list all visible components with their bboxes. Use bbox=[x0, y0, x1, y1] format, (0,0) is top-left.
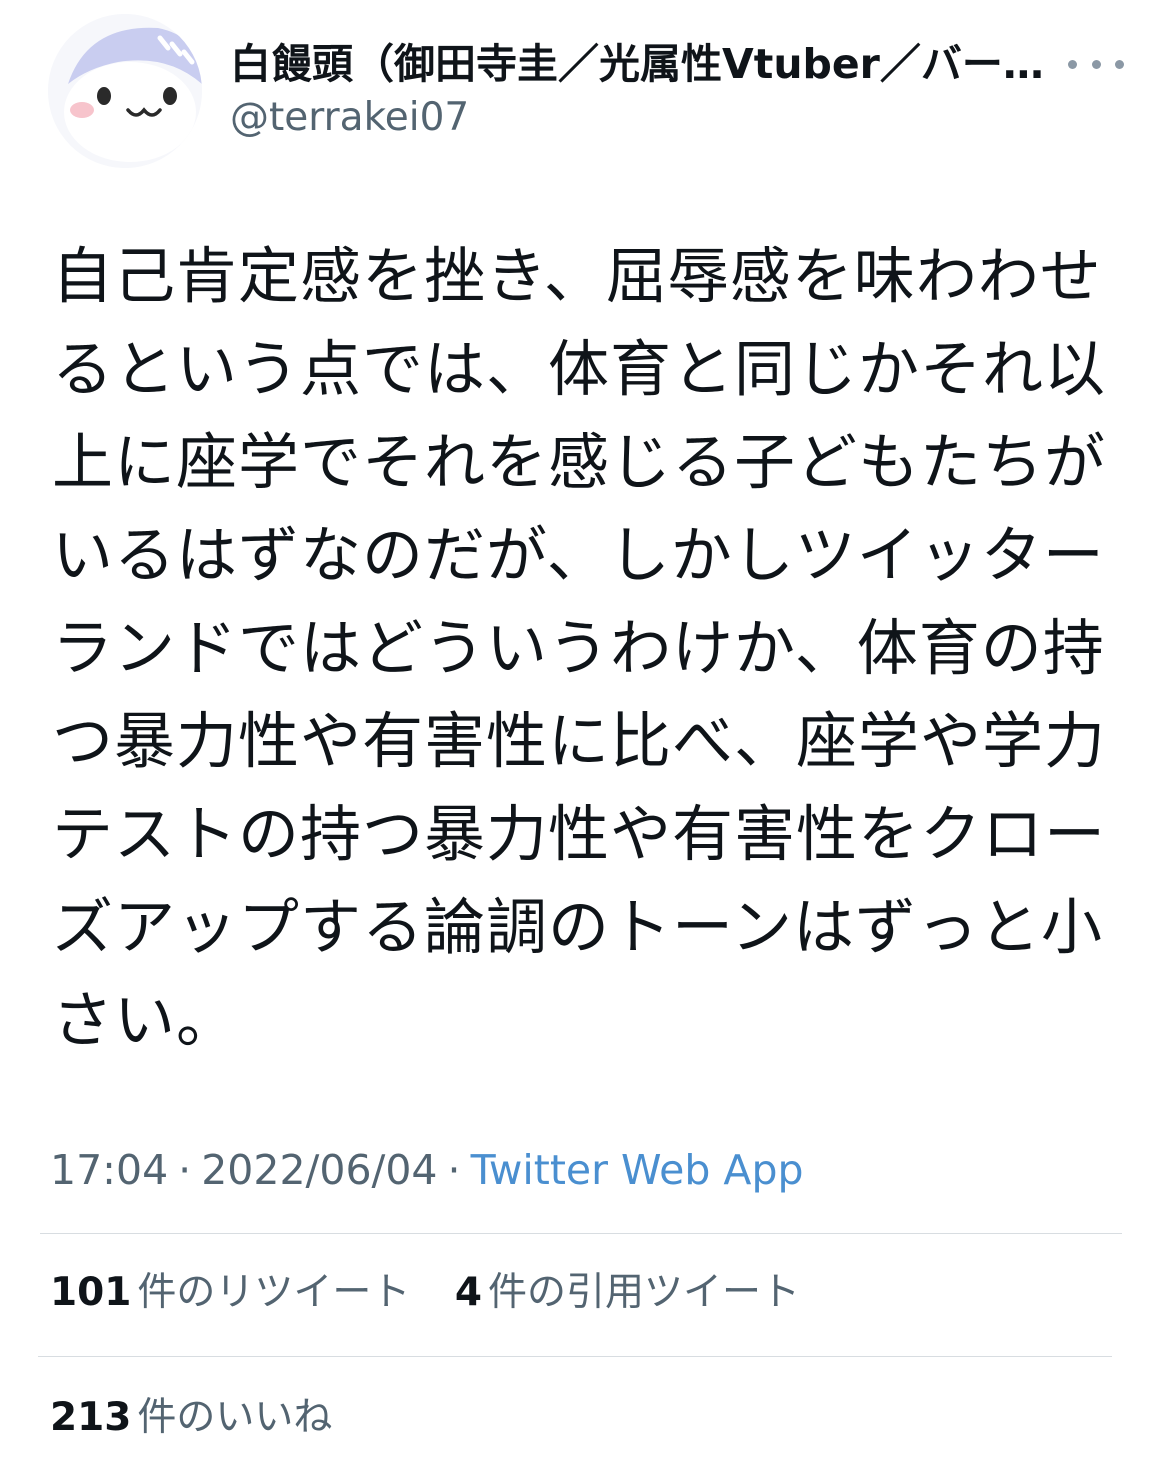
likes-label: 件のいいね bbox=[137, 1395, 333, 1440]
likes-stat[interactable]: 213 件のいいね bbox=[50, 1393, 332, 1443]
quote-tweets-count: 4 bbox=[454, 1270, 482, 1315]
tweet-text-line: つ暴力性や有害性に比べ、座学や学力 bbox=[52, 706, 1107, 777]
tweet-detail: 白饅頭（御田寺圭／光属性Vtuber／バー… @terrakei07 自己肯定感… bbox=[0, 0, 1170, 1476]
tweet-text-line: さい。 bbox=[52, 985, 239, 1056]
divider bbox=[40, 1233, 1122, 1234]
avatar[interactable] bbox=[48, 14, 202, 168]
more-dot-icon bbox=[1115, 59, 1124, 69]
tweet-text: 自己肯定感を挫き、屈辱感を味わわせ るという点では、体育と同じかそれ以 上に座学… bbox=[52, 230, 1112, 1067]
retweets-count: 101 bbox=[50, 1270, 132, 1315]
tweet-date[interactable]: 2022/06/04 bbox=[201, 1146, 437, 1194]
engagement-stats-row: 101 件のリツイート 4 件の引用ツイート bbox=[50, 1268, 832, 1318]
display-name[interactable]: 白饅頭（御田寺圭／光属性Vtuber／バー… bbox=[230, 38, 1060, 90]
quote-tweets-stat[interactable]: 4 件の引用ツイート bbox=[455, 1268, 800, 1318]
tweet-text-line: るという点では、体育と同じかそれ以 bbox=[52, 334, 1107, 405]
quote-tweets-label: 件の引用ツイート bbox=[487, 1270, 800, 1315]
tweet-text-line: いるはずなのだが、しかしツイッター bbox=[52, 520, 1105, 591]
tweet-text-line: テストの持つ暴力性や有害性をクロー bbox=[52, 799, 1107, 870]
more-dot-icon bbox=[1091, 59, 1101, 69]
tweet-text-line: ランドではどういうわけか、体育の持 bbox=[52, 613, 1105, 684]
retweets-stat[interactable]: 101 件のリツイート bbox=[50, 1268, 410, 1318]
tweet-text-line: ズアップする論調のトーンはずっと小 bbox=[52, 892, 1103, 963]
likes-count: 213 bbox=[50, 1395, 132, 1440]
retweets-label: 件のリツイート bbox=[137, 1270, 411, 1315]
more-options-button[interactable] bbox=[1068, 44, 1124, 84]
user-handle[interactable]: @terrakei07 bbox=[230, 94, 469, 142]
tweet-time[interactable]: 17:04 bbox=[50, 1146, 168, 1194]
divider bbox=[38, 1356, 1112, 1357]
meta-separator: · bbox=[178, 1146, 192, 1194]
likes-stats-row: 213 件のいいね bbox=[50, 1393, 364, 1443]
avatar-icon bbox=[48, 14, 202, 168]
more-dot-icon bbox=[1068, 59, 1077, 69]
tweet-text-line: 自己肯定感を挫き、屈辱感を味わわせ bbox=[52, 241, 1102, 312]
tweet-text-line: 上に座学でそれを感じる子どもたちが bbox=[52, 427, 1107, 498]
meta-separator: · bbox=[447, 1146, 461, 1194]
tweet-source-link[interactable]: Twitter Web App bbox=[471, 1146, 804, 1194]
tweet-metadata: 17:04 · 2022/06/04 · Twitter Web App bbox=[50, 1142, 804, 1198]
